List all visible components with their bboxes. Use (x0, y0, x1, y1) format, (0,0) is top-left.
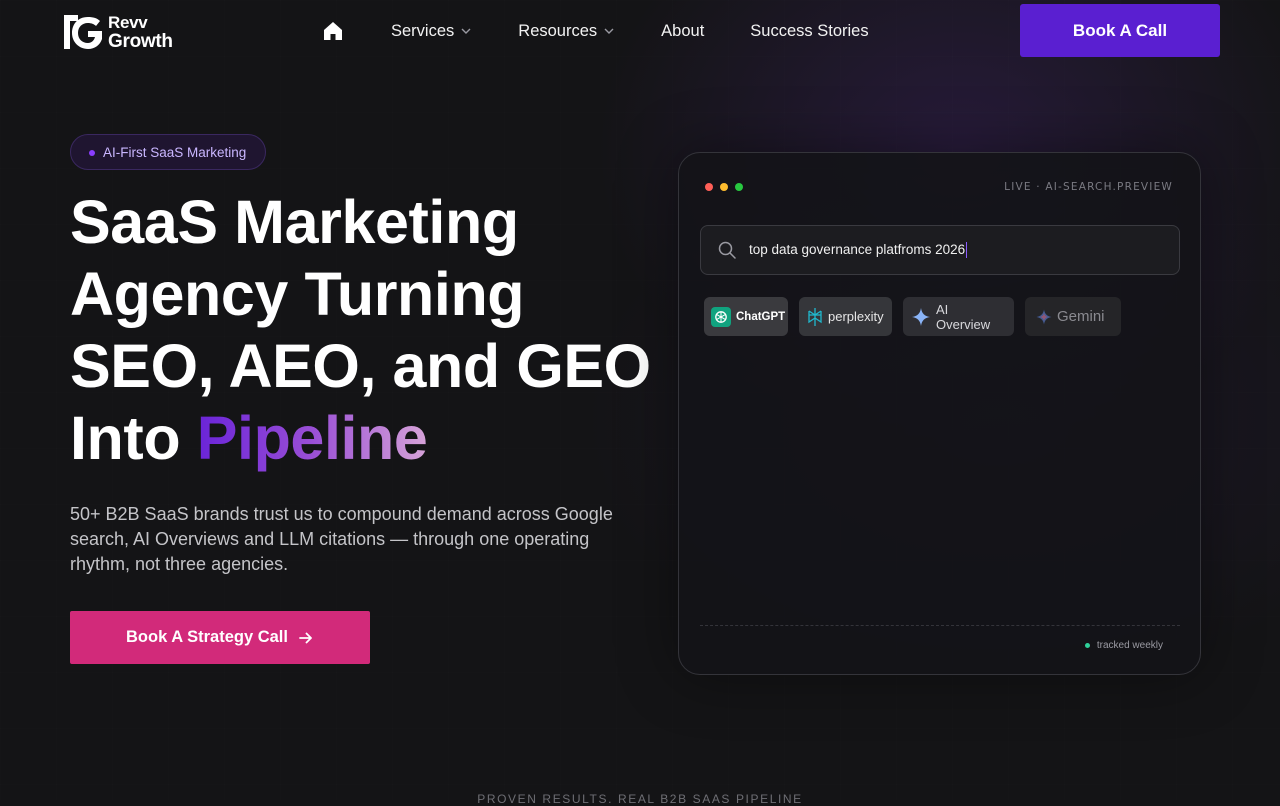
nav-services-label: Services (391, 21, 455, 40)
ai-engine-list: ChatGPT perplexity AI Overview Gemini (704, 297, 1121, 336)
hero-title-line2: Agency Turning (70, 260, 525, 328)
nav-success-stories-label: Success Stories (750, 21, 869, 40)
chevron-down-icon (604, 28, 614, 34)
badge-dot-icon (89, 150, 95, 156)
hero-badge-label: AI-First SaaS Marketing (103, 144, 247, 160)
perplexity-icon (808, 307, 822, 326)
text-caret (966, 242, 968, 259)
tracking-status: tracked weekly (1084, 640, 1163, 651)
chatgpt-icon (711, 306, 731, 327)
search-query: top data governance platfroms 2026 (749, 241, 968, 259)
maximize-dot-icon (735, 183, 743, 191)
nav-services[interactable]: Services (391, 22, 472, 41)
card-divider (700, 625, 1180, 626)
engine-ai-overview-label: AI Overview (936, 301, 991, 332)
hero-title-line1: SaaS Marketing (70, 188, 519, 256)
engine-chatgpt[interactable]: ChatGPT (704, 297, 788, 336)
ai-search-preview-card: LIVE · AI-SEARCH.PREVIEW top data govern… (678, 152, 1201, 675)
brand-wordmark: Revv Growth (108, 13, 173, 51)
nav-about[interactable]: About (661, 22, 704, 41)
engine-gemini-label: Gemini (1057, 308, 1105, 325)
main-menu: Services Resources About Success Stories (322, 17, 915, 45)
home-icon[interactable] (322, 20, 344, 42)
nav-resources[interactable]: Resources (518, 22, 615, 41)
close-dot-icon (705, 183, 713, 191)
status-dot-icon (1084, 643, 1090, 648)
search-query-text: top data governance platfroms 2026 (749, 241, 966, 257)
hero-title-line4: Into (70, 404, 197, 472)
nav-resources-label: Resources (518, 21, 598, 40)
engine-perplexity-label: perplexity (828, 309, 884, 324)
nav-success-stories[interactable]: Success Stories (750, 22, 868, 41)
tracking-status-label: tracked weekly (1096, 640, 1163, 651)
book-a-call-button[interactable]: Book A Call (1020, 4, 1220, 57)
engine-gemini[interactable]: Gemini (1025, 297, 1121, 336)
hero-title-line3: SEO, AEO, and GEO (70, 332, 651, 400)
brand-line2: Growth (108, 31, 173, 52)
window-controls (705, 183, 743, 191)
preview-label: LIVE · AI-SEARCH.PREVIEW (1004, 181, 1173, 193)
hero-badge: AI-First SaaS Marketing (70, 134, 267, 170)
search-icon (718, 241, 736, 259)
engine-ai-overview[interactable]: AI Overview (903, 297, 1014, 336)
minimize-dot-icon (720, 183, 728, 191)
top-navigation: Revv Growth Services Resources About Suc… (0, 0, 1280, 62)
hero-title-highlight: Pipeline (196, 404, 428, 472)
brand-line1: Revv (108, 13, 148, 32)
revv-logo-icon (64, 15, 102, 49)
sparkle-icon (912, 307, 930, 326)
engine-perplexity[interactable]: perplexity (799, 297, 892, 336)
strategy-call-label: Book A Strategy Call (126, 628, 288, 646)
gemini-icon (1036, 309, 1052, 324)
engine-chatgpt-label: ChatGPT (736, 310, 786, 323)
nav-about-label: About (661, 21, 705, 40)
brand-logo[interactable]: Revv Growth (60, 10, 182, 54)
hero-title: SaaS Marketing Agency Turning SEO, AEO, … (70, 186, 670, 474)
hero-subtitle: 50+ B2B SaaS brands trust us to compound… (70, 504, 613, 574)
results-section-eyebrow: PROVEN RESULTS. REAL B2B SAAS PIPELINE (477, 792, 803, 806)
chevron-down-icon (461, 28, 471, 34)
arrow-right-icon (299, 632, 312, 643)
book-strategy-call-button[interactable]: Book A Strategy Call (70, 611, 370, 664)
ai-search-input[interactable]: top data governance platfroms 2026 (700, 225, 1180, 275)
